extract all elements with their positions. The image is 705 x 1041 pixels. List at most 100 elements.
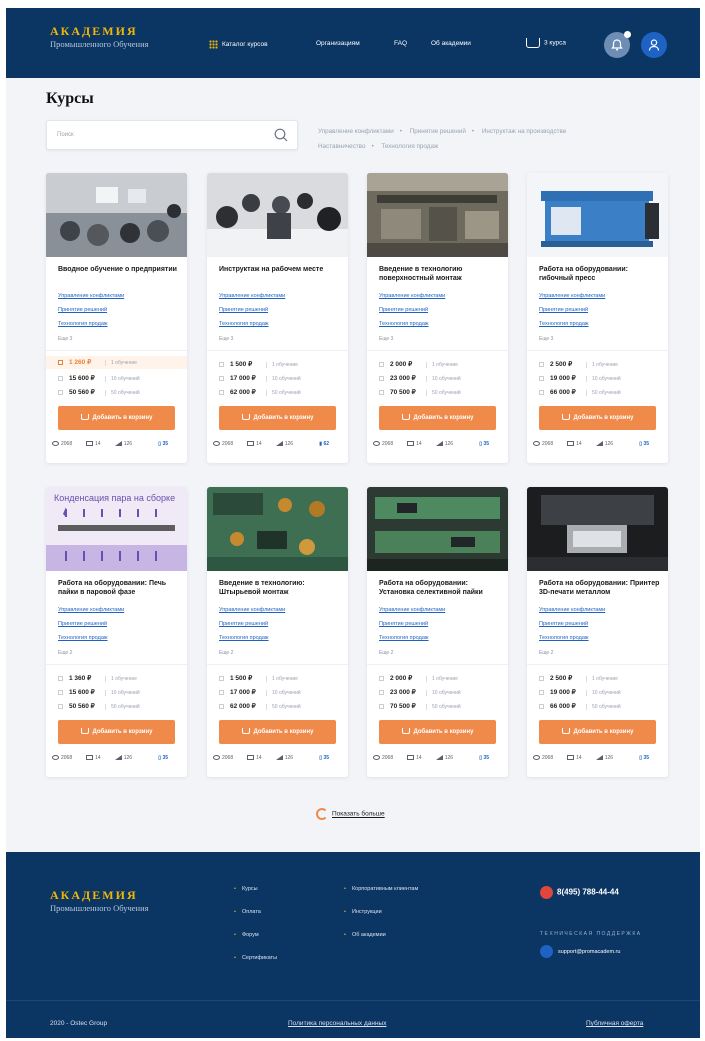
bookmark-button[interactable]: ▯ 35 <box>479 441 496 447</box>
card-tag[interactable]: Управление конфликтами <box>379 293 445 299</box>
card-tag[interactable]: Управление конфликтами <box>219 293 285 299</box>
notifications-button[interactable] <box>604 31 631 58</box>
nav-about[interactable]: Об академии <box>431 40 471 47</box>
checkbox[interactable] <box>219 389 224 395</box>
price-option[interactable]: 2 000 ₽ 1 обучение <box>379 674 507 682</box>
checkbox[interactable] <box>219 675 224 681</box>
course-image[interactable] <box>527 487 668 571</box>
card-title[interactable]: Вводное обучение о предприятии <box>58 265 180 274</box>
add-to-cart-button[interactable]: Добавить в корзину <box>58 406 175 430</box>
card-title[interactable]: Работа на оборудовании: гибочный пресс <box>539 265 661 283</box>
checkbox[interactable] <box>58 359 63 365</box>
card-tag[interactable]: Управление конфликтами <box>58 607 124 613</box>
card-tag[interactable]: Технология продаж <box>219 321 269 327</box>
card-tag[interactable]: Управление конфликтами <box>219 607 285 613</box>
price-option[interactable]: 23 000 ₽ 10 обучений <box>379 688 507 696</box>
checkbox[interactable] <box>379 675 384 681</box>
course-image[interactable] <box>46 173 187 257</box>
course-card[interactable]: Инструктаж на рабочем месте Управление к… <box>207 173 348 463</box>
logo-title[interactable]: АКАДЕМИЯ <box>50 24 138 39</box>
price-option[interactable]: 1 260 ₽ 1 обучение <box>46 356 187 369</box>
course-image[interactable] <box>527 173 668 257</box>
checkbox[interactable] <box>219 375 224 381</box>
checkbox[interactable] <box>379 689 384 695</box>
footer-link[interactable]: Курсы <box>234 886 258 892</box>
add-to-cart-button[interactable]: Добавить в корзину <box>379 720 496 744</box>
tag-filter[interactable]: Принятие решений <box>410 128 466 135</box>
bookmark-button[interactable]: ▯ 35 <box>158 755 175 761</box>
price-option[interactable]: 15 600 ₽ 10 обучений <box>58 374 186 382</box>
price-option[interactable]: 2 500 ₽ 1 обучение <box>539 360 667 368</box>
price-option[interactable]: 17 000 ₽ 10 обучений <box>219 688 347 696</box>
card-title[interactable]: Работа на оборудовании: Принтер 3D-печат… <box>539 579 661 597</box>
card-tag[interactable]: Управление конфликтами <box>539 293 605 299</box>
price-option[interactable]: 19 000 ₽ 10 обучений <box>539 688 667 696</box>
bookmark-button[interactable]: ▮ 62 <box>319 441 336 447</box>
nav-organizations[interactable]: Организациям <box>316 40 360 47</box>
price-option[interactable]: 15 600 ₽ 10 обучений <box>58 688 186 696</box>
footer-logo-title[interactable]: АКАДЕМИЯ <box>50 888 138 903</box>
bookmark-button[interactable]: ▯ 35 <box>479 755 496 761</box>
card-more[interactable]: Еще 2 <box>219 650 233 656</box>
checkbox[interactable] <box>379 375 384 381</box>
course-card[interactable]: Работа на оборудовании: гибочный пресс У… <box>527 173 668 463</box>
tag-filter[interactable]: Управление конфликтами <box>318 128 394 135</box>
price-option[interactable]: 50 560 ₽ 50 обучений <box>58 702 186 710</box>
tag-filter[interactable]: Наставничество <box>318 143 365 150</box>
email-link[interactable]: support@promacadem.ru <box>540 945 620 958</box>
footer-link[interactable]: Оплата <box>234 909 261 915</box>
card-more[interactable]: Еще 3 <box>539 336 553 342</box>
bookmark-button[interactable]: ▯ 35 <box>639 755 656 761</box>
footer-link[interactable]: Форум <box>234 932 259 938</box>
price-option[interactable]: 66 000 ₽ 50 обучений <box>539 702 667 710</box>
checkbox[interactable] <box>539 361 544 367</box>
checkbox[interactable] <box>58 689 63 695</box>
cart-button[interactable]: 3 курса <box>526 38 566 48</box>
card-tag[interactable]: Управление конфликтами <box>379 607 445 613</box>
checkbox[interactable] <box>379 703 384 709</box>
price-option[interactable]: 19 000 ₽ 10 обучений <box>539 374 667 382</box>
card-tag[interactable]: Технология продаж <box>58 635 108 641</box>
card-tag[interactable]: Технология продаж <box>539 635 589 641</box>
checkbox[interactable] <box>219 703 224 709</box>
bookmark-button[interactable]: ▯ 35 <box>639 441 656 447</box>
price-option[interactable]: 66 000 ₽ 50 обучений <box>539 388 667 396</box>
price-option[interactable]: 62 000 ₽ 50 обучений <box>219 702 347 710</box>
tag-filter[interactable]: Инструктаж на производстве <box>482 128 566 135</box>
course-image[interactable] <box>207 173 348 257</box>
phone-link[interactable]: 8(495) 788-44-44 <box>540 886 619 899</box>
add-to-cart-button[interactable]: Добавить в корзину <box>219 720 336 744</box>
checkbox[interactable] <box>379 389 384 395</box>
course-card[interactable]: Работа на оборудовании: Принтер 3D-печат… <box>527 487 668 777</box>
card-more[interactable]: Еще 2 <box>58 650 72 656</box>
course-card[interactable]: Введение в технологию поверхностный монт… <box>367 173 508 463</box>
card-title[interactable]: Работа на оборудовании: Печь пайки в пар… <box>58 579 180 597</box>
footer-link[interactable]: Об академии <box>344 932 386 938</box>
price-option[interactable]: 62 000 ₽ 50 обучений <box>219 388 347 396</box>
checkbox[interactable] <box>539 389 544 395</box>
tag-filter[interactable]: Технология продаж <box>381 143 438 150</box>
course-card[interactable]: Введение в технологию: Штырьевой монтаж … <box>207 487 348 777</box>
bookmark-button[interactable]: ▯ 35 <box>319 755 336 761</box>
search-input[interactable]: Поиск <box>46 120 298 150</box>
search-icon[interactable] <box>273 127 289 143</box>
show-more-button[interactable]: Показать больше <box>316 808 385 820</box>
checkbox[interactable] <box>219 689 224 695</box>
card-tag[interactable]: Принятие решений <box>58 621 107 627</box>
card-tag[interactable]: Технология продаж <box>379 635 429 641</box>
checkbox[interactable] <box>58 389 63 395</box>
checkbox[interactable] <box>539 675 544 681</box>
nav-catalog[interactable]: Каталог курсов <box>209 40 268 49</box>
course-image[interactable] <box>367 173 508 257</box>
course-image[interactable] <box>207 487 348 571</box>
checkbox[interactable] <box>539 375 544 381</box>
card-more[interactable]: Еще 3 <box>58 336 72 342</box>
add-to-cart-button[interactable]: Добавить в корзину <box>539 406 656 430</box>
checkbox[interactable] <box>58 675 63 681</box>
footer-link[interactable]: Корпоративным клиентам <box>344 886 418 892</box>
course-card[interactable]: Вводное обучение о предприятии Управлени… <box>46 173 187 463</box>
checkbox[interactable] <box>219 361 224 367</box>
course-card[interactable]: Работа на оборудовании: Установка селект… <box>367 487 508 777</box>
user-avatar-button[interactable] <box>641 32 667 58</box>
price-option[interactable]: 2 500 ₽ 1 обучение <box>539 674 667 682</box>
